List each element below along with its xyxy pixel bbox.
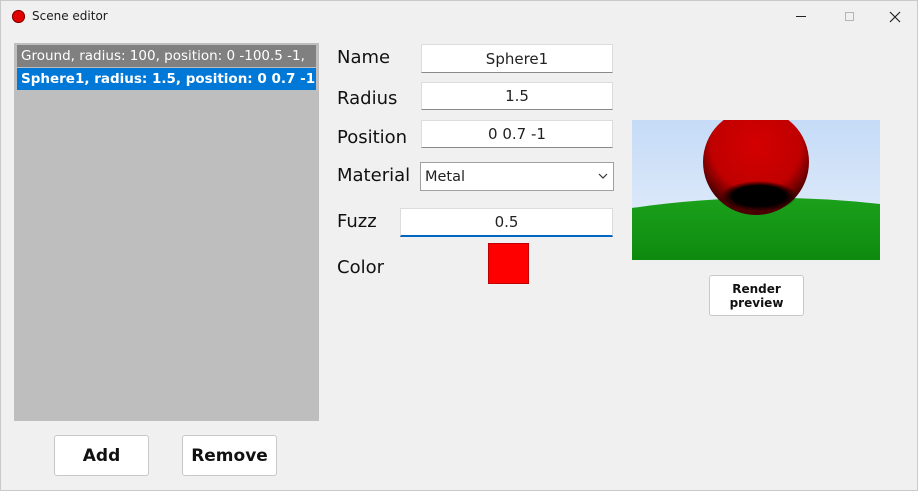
minimize-icon	[796, 16, 806, 17]
render-preview-image	[632, 120, 880, 260]
color-swatch[interactable]	[488, 243, 529, 284]
name-field[interactable]: Sphere1	[421, 44, 613, 73]
title-bar[interactable]: Scene editor	[1, 1, 917, 32]
material-dropdown[interactable]: Metal	[420, 162, 614, 191]
fuzz-field[interactable]: 0.5	[400, 208, 613, 237]
position-field[interactable]: 0 0.7 -1	[421, 120, 613, 148]
material-selected-value: Metal	[425, 168, 466, 185]
name-label: Name	[337, 47, 391, 68]
list-item-selected[interactable]: Sphere1, radius: 1.5, position: 0 0.7 -1…	[17, 68, 316, 90]
maximize-icon	[844, 12, 854, 21]
position-label: Position	[337, 127, 408, 148]
color-label: Color	[337, 257, 384, 278]
add-button[interactable]: Add	[54, 435, 149, 476]
close-icon	[889, 11, 901, 22]
fuzz-label: Fuzz	[337, 211, 377, 232]
close-button[interactable]	[872, 1, 918, 32]
radius-label: Radius	[337, 88, 398, 109]
radius-field[interactable]: 1.5	[421, 82, 613, 110]
minimize-button[interactable]	[778, 1, 824, 32]
list-item[interactable]: Ground, radius: 100, position: 0 -100.5 …	[17, 45, 316, 67]
remove-button[interactable]: Remove	[182, 435, 277, 476]
app-icon	[12, 10, 25, 23]
scene-editor-window: Scene editor Ground, radius: 100, positi…	[0, 0, 918, 491]
chevron-down-icon	[598, 173, 608, 179]
maximize-button[interactable]	[826, 1, 872, 32]
objects-list[interactable]: Ground, radius: 100, position: 0 -100.5 …	[14, 43, 319, 421]
render-preview-button[interactable]: Render preview	[709, 275, 804, 316]
material-label: Material	[337, 165, 411, 186]
window-title: Scene editor	[32, 9, 108, 23]
